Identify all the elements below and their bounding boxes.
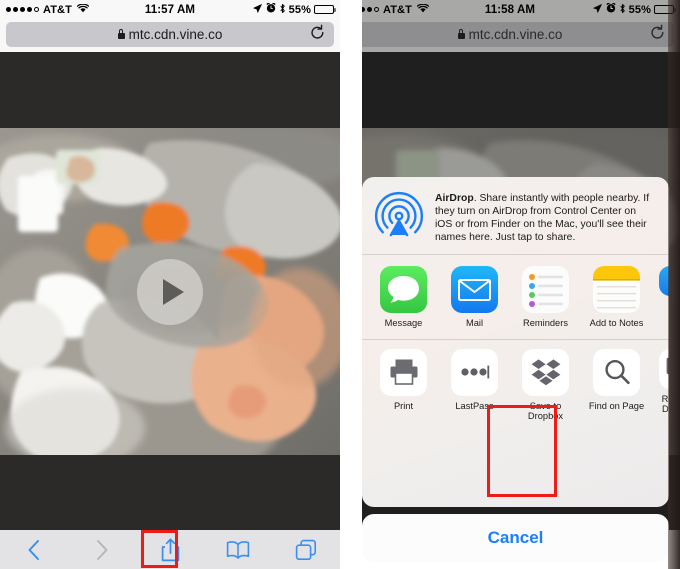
save-to-dropbox-highlight-box (487, 405, 557, 497)
web-page-content-left (0, 52, 340, 530)
video-player-left[interactable] (0, 128, 340, 455)
share-app-notes[interactable]: Add to Notes (588, 266, 645, 329)
url-text-group: mtc.cdn.vine.co (117, 27, 223, 42)
share-sheet: AirDrop. Share instantly with people nea… (362, 177, 669, 562)
share-app-message[interactable]: Message (375, 266, 432, 329)
url-bar-right[interactable]: mtc.cdn.vine.co (346, 22, 674, 47)
share-action-find-on-page[interactable]: Find on Page (588, 348, 645, 412)
alarm-clock-icon (606, 2, 616, 16)
location-arrow-icon (592, 3, 603, 17)
reload-icon[interactable] (650, 24, 665, 45)
url-bar-left[interactable]: mtc.cdn.vine.co (6, 22, 334, 47)
sheet-left-margin (340, 0, 362, 569)
share-action-lastpass[interactable]: LastPass (446, 348, 503, 412)
share-app-label: Mail (465, 318, 484, 328)
share-app-label: Reminders (523, 318, 568, 328)
tabs-button[interactable] (284, 533, 328, 567)
play-button-icon[interactable] (137, 258, 203, 325)
reload-icon[interactable] (310, 24, 325, 45)
share-app-reminders[interactable]: Reminders (517, 266, 574, 329)
wifi-icon (76, 3, 90, 16)
lock-icon (117, 28, 125, 39)
battery-percent-label: 55% (288, 3, 311, 16)
share-action-label: Print (393, 400, 414, 411)
carrier-label: AT&T (43, 3, 72, 16)
url-text-group-right: mtc.cdn.vine.co (457, 27, 563, 42)
phone-right: AT&T 11:58 AM 55% mtc.cdn.vine.co AirDro… (340, 0, 680, 569)
status-bar-right-group: 55% (252, 2, 336, 17)
url-bar-container-right: mtc.cdn.vine.co (340, 19, 680, 52)
sheet-right-cutoff-edge (668, 0, 680, 569)
messages-app-icon (380, 266, 427, 313)
forward-button (80, 533, 124, 567)
status-bar-right-group-right: 55% (592, 2, 676, 17)
share-button-highlight-box (141, 530, 178, 568)
battery-icon (314, 4, 336, 15)
carrier-label-right: AT&T (383, 3, 412, 16)
share-action-print[interactable]: Print (375, 348, 432, 412)
share-app-mail[interactable]: Mail (446, 266, 503, 329)
wifi-icon (416, 3, 430, 16)
url-label: mtc.cdn.vine.co (468, 27, 563, 42)
bluetooth-icon (279, 3, 286, 17)
screenshot-stage: AT&T 11:57 AM 55% mtc.cdn.vine.co AT&T 1… (0, 0, 680, 569)
airdrop-title: AirDrop (435, 193, 474, 204)
status-bar-left-group: AT&T (6, 3, 90, 16)
bookmarks-button[interactable] (216, 533, 260, 567)
share-action-label: Find on Page (588, 400, 645, 411)
airdrop-icon (374, 191, 424, 241)
status-bar-right: AT&T 11:58 AM 55% (340, 0, 680, 19)
back-button[interactable] (12, 533, 56, 567)
cancel-button[interactable]: Cancel (362, 514, 669, 562)
bluetooth-icon (619, 3, 626, 17)
url-label: mtc.cdn.vine.co (128, 27, 223, 42)
dropbox-icon (522, 348, 569, 396)
url-bar-container-left: mtc.cdn.vine.co (0, 19, 340, 52)
alarm-clock-icon (266, 2, 276, 16)
share-app-label: Add to Notes (589, 318, 644, 328)
lastpass-dots-icon (451, 348, 498, 396)
airdrop-section[interactable]: AirDrop. Share instantly with people nea… (362, 177, 669, 254)
magnifier-icon (593, 348, 640, 396)
phone-left: AT&T 11:57 AM 55% mtc.cdn.vine.co (0, 0, 340, 569)
location-arrow-icon (252, 3, 263, 17)
signal-strength-dots (6, 7, 39, 12)
reminders-app-icon (522, 266, 569, 313)
mail-app-icon (451, 266, 498, 313)
battery-percent-label: 55% (628, 3, 651, 16)
share-apps-row: Message Mail Reminders Add to Notes (362, 255, 669, 339)
notes-app-icon (593, 266, 640, 313)
share-app-label: Message (384, 318, 423, 328)
airdrop-description: AirDrop. Share instantly with people nea… (435, 191, 656, 244)
lock-icon (457, 28, 465, 39)
printer-icon (380, 348, 427, 396)
status-bar-left: AT&T 11:57 AM 55% (0, 0, 340, 19)
